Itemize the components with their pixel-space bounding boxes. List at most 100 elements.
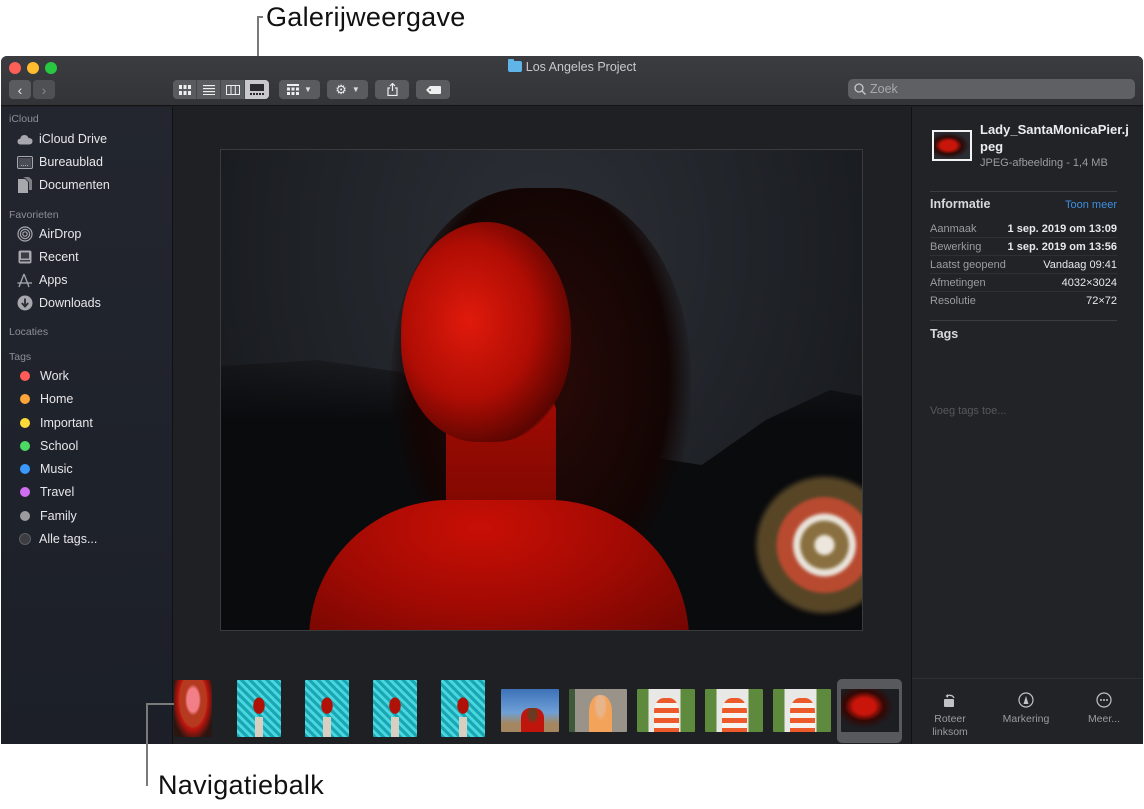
sidebar-item-documenten[interactable]: Documenten: [17, 175, 110, 195]
share-icon: [386, 83, 398, 96]
back-button[interactable]: ‹: [9, 80, 31, 99]
recent-icon: [17, 249, 33, 265]
sidebar-tag-travel[interactable]: Travel: [17, 482, 74, 502]
tag-button[interactable]: [416, 80, 450, 99]
info-row-created: Aanmaak 1 sep. 2019 om 13:09: [930, 220, 1117, 238]
rotate-left-icon: [943, 691, 957, 709]
sidebar-item-label: Music: [40, 462, 73, 476]
info-row-dimensions: Afmetingen 4032×3024: [930, 274, 1117, 292]
search-input[interactable]: [870, 82, 1110, 96]
all-tags-icon: [19, 533, 31, 545]
gallery-preview-image[interactable]: [220, 149, 863, 631]
list-view-button[interactable]: [197, 80, 221, 99]
sidebar-tag-important[interactable]: Important: [17, 413, 93, 433]
sidebar-tag-all-tags[interactable]: Alle tags...: [17, 529, 97, 549]
gallery-view-button[interactable]: [245, 80, 269, 99]
airdrop-icon: [17, 226, 33, 242]
sidebar-item-label: Documenten: [39, 178, 110, 192]
action-menu-button[interactable]: ⚙ ▼: [327, 80, 368, 99]
chevron-left-icon: ‹: [17, 81, 23, 98]
group-by-button[interactable]: ▼: [279, 80, 320, 99]
downloads-icon: [17, 295, 33, 311]
info-value: 72×72: [1086, 295, 1117, 307]
folder-icon: [507, 59, 522, 72]
filmstrip-thumbnail-man-striped-sweater-1[interactable]: [637, 689, 695, 732]
filmstrip-thumbnail-woman-blue-sky[interactable]: [501, 689, 559, 732]
sidebar-tag-school[interactable]: School: [17, 436, 78, 456]
filmstrip-thumbnail-man-diving-board-pool-3[interactable]: [373, 680, 417, 737]
sidebar-item-icloud-drive[interactable]: iCloud Drive: [17, 129, 107, 149]
chevron-down-icon: ▼: [351, 85, 360, 94]
add-tags-field[interactable]: Voeg tags toe...: [930, 405, 1006, 417]
sidebar-item-label: School: [40, 439, 79, 453]
sidebar-item-bureaublad[interactable]: Bureaublad: [17, 152, 103, 172]
sidebar-item-recent[interactable]: Recent: [17, 247, 79, 267]
info-value: 4032×3024: [1061, 276, 1117, 289]
file-thumbnail: [932, 130, 972, 161]
info-value: 1 sep. 2019 om 13:09: [1007, 222, 1117, 235]
tag-color-dot: [20, 441, 30, 451]
forward-button[interactable]: ›: [33, 80, 55, 99]
info-key: Laatst geopend: [930, 258, 1006, 271]
grid-icon: [178, 84, 191, 95]
sidebar-item-label: iCloud Drive: [39, 132, 108, 146]
tag-icon: [425, 85, 441, 94]
sidebar-item-apps[interactable]: Apps: [17, 270, 68, 290]
file-name: Lady_SantaMonicaPier.jpeg: [980, 122, 1129, 154]
filmstrip-thumbnail-man-striped-sweater-3[interactable]: [773, 689, 831, 732]
info-value: Vandaag 09:41: [1043, 258, 1117, 271]
markup-label: Markering: [1002, 713, 1050, 725]
sidebar-item-label: Travel: [40, 485, 75, 499]
sidebar-item-label: Family: [40, 509, 77, 523]
info-key: Aanmaak: [930, 222, 977, 235]
list-icon: [202, 84, 215, 95]
sidebar-item-label: AirDrop: [39, 227, 82, 241]
chevron-down-icon: ▼: [304, 85, 312, 94]
columns-icon: [225, 84, 240, 95]
info-key: Afmetingen: [930, 276, 986, 289]
filmstrip-thumbnail-woman-red-hair-portrait[interactable]: [174, 680, 212, 737]
tag-color-dot: [20, 487, 30, 497]
search-field[interactable]: [848, 79, 1135, 99]
filmstrip-thumbnail-lady-santa-monica-pier[interactable]: [841, 689, 899, 732]
filmstrip-thumbnail-man-diving-board-pool-2[interactable]: [305, 680, 349, 737]
info-key: Resolutie: [930, 295, 976, 307]
view-mode-control: [173, 80, 269, 99]
show-more-link[interactable]: Toon meer: [1065, 199, 1117, 211]
tag-color-dot: [20, 464, 30, 474]
documents-icon: [17, 177, 33, 193]
sidebar-item-downloads[interactable]: Downloads: [17, 293, 101, 313]
tags-header: Tags: [930, 327, 959, 341]
sidebar-item-label: Work: [40, 369, 69, 383]
filmstrip-thumbnail-man-diving-board-pool-4[interactable]: [441, 680, 485, 737]
sidebar-tag-work[interactable]: Work: [17, 366, 69, 386]
callout-gallery-view: Galerijweergave: [266, 2, 466, 32]
column-view-button[interactable]: [221, 80, 245, 99]
gallery-icon: [250, 84, 264, 95]
rotate-left-button[interactable]: Roteer linksom: [930, 691, 970, 739]
quick-actions: Roteer linksom Markering Meer...: [912, 678, 1143, 744]
cloud-icon: [17, 131, 33, 147]
gallery-content: [174, 107, 910, 744]
filmstrip-thumbnail-woman-smiling-wall[interactable]: [569, 689, 627, 732]
info-value: 1 sep. 2019 om 13:56: [1007, 240, 1117, 253]
markup-button[interactable]: Markering: [1000, 691, 1052, 726]
filmstrip-thumbnail-man-striped-sweater-2[interactable]: [705, 689, 763, 732]
sidebar-item-label: Apps: [39, 273, 68, 287]
filmstrip-thumbnail-man-diving-board-pool-1[interactable]: [237, 680, 281, 737]
icon-view-button[interactable]: [173, 80, 197, 99]
desktop-icon: [17, 154, 33, 170]
image-face: [401, 222, 571, 442]
more-button[interactable]: Meer...: [1084, 691, 1124, 726]
rotate-left-label: Roteer linksom: [932, 713, 968, 738]
preview-pane: Lady_SantaMonicaPier.jpeg JPEG-afbeeldin…: [911, 107, 1143, 744]
navigation-bar-filmstrip: [174, 674, 910, 744]
sidebar-tag-home[interactable]: Home: [17, 389, 73, 409]
callout-navigation-bar: Navigatiebalk: [158, 770, 324, 800]
image-ferris-wheel: [742, 460, 862, 630]
sidebar-tag-music[interactable]: Music: [17, 459, 73, 479]
finder-window: Los Angeles Project ‹ › ▼ ⚙ ▼ Zoek iClou…: [1, 56, 1143, 744]
share-button[interactable]: [375, 80, 409, 99]
sidebar-item-airdrop[interactable]: AirDrop: [17, 224, 81, 244]
sidebar-tag-family[interactable]: Family: [17, 506, 77, 526]
